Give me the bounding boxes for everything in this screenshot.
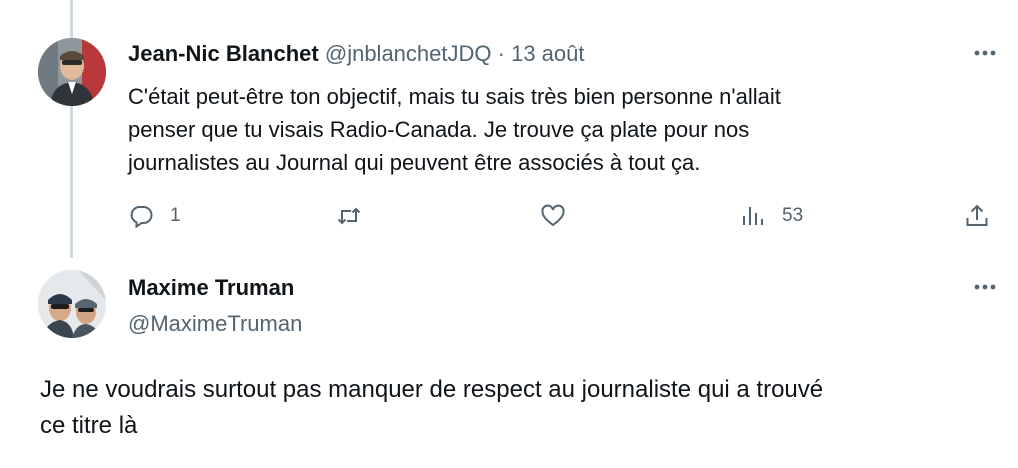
share-icon [966, 204, 988, 226]
tweet-header: Jean-Nic Blanchet @jnblanchetJDQ · 13 ao… [128, 40, 584, 68]
tweet-date[interactable]: 13 août [511, 41, 584, 66]
retweet-button[interactable] [336, 196, 378, 236]
reply-button[interactable]: 1 [128, 196, 181, 236]
tweet-actions: 1 53 [0, 196, 1018, 236]
tweet-text-line: Je ne voudrais surtout pas manquer de re… [40, 376, 824, 403]
tweet-text-line: journalistes au Journal qui peuvent être… [128, 150, 701, 175]
tweet-text: C'était peut-être ton objectif, mais tu … [128, 80, 948, 179]
author-handle[interactable]: @MaximeTruman [128, 310, 302, 338]
separator-dot: · [497, 41, 505, 66]
author-name[interactable]: Jean-Nic Blanchet [128, 41, 319, 66]
reply-count: 1 [170, 205, 181, 226]
author-name[interactable]: Maxime Truman [128, 274, 294, 302]
retweet-icon [337, 207, 361, 225]
avatar[interactable] [38, 38, 106, 106]
tweet-text-line: C'était peut-être ton objectif, mais tu … [128, 84, 781, 109]
reply-icon [130, 206, 153, 229]
avatar-photo-icon [38, 38, 106, 106]
views-count: 53 [782, 205, 804, 226]
more-horizontal-icon [974, 50, 996, 56]
avatar-photo-icon [38, 270, 106, 338]
tweet-maxime-truman[interactable]: Maxime Truman @MaximeTruman Je ne voudra… [0, 258, 1018, 468]
more-options-button[interactable] [972, 274, 998, 306]
like-button[interactable] [540, 196, 582, 236]
tweet-text-line: ce titre là [40, 412, 138, 439]
author-handle[interactable]: @jnblanchetJDQ [325, 41, 492, 66]
views-button[interactable]: 53 [740, 196, 803, 236]
more-horizontal-icon [974, 284, 996, 290]
views-icon [743, 207, 763, 225]
tweet-text-line: penser que tu visais Radio-Canada. Je tr… [128, 117, 750, 142]
more-options-button[interactable] [972, 40, 998, 72]
tweet-jean-nic-blanchet[interactable]: Jean-Nic Blanchet @jnblanchetJDQ · 13 ao… [0, 0, 1018, 258]
share-button[interactable] [964, 196, 990, 236]
heart-icon [541, 204, 565, 227]
tweet-text: Je ne voudrais surtout pas manquer de re… [40, 372, 1000, 444]
avatar[interactable] [38, 270, 106, 338]
